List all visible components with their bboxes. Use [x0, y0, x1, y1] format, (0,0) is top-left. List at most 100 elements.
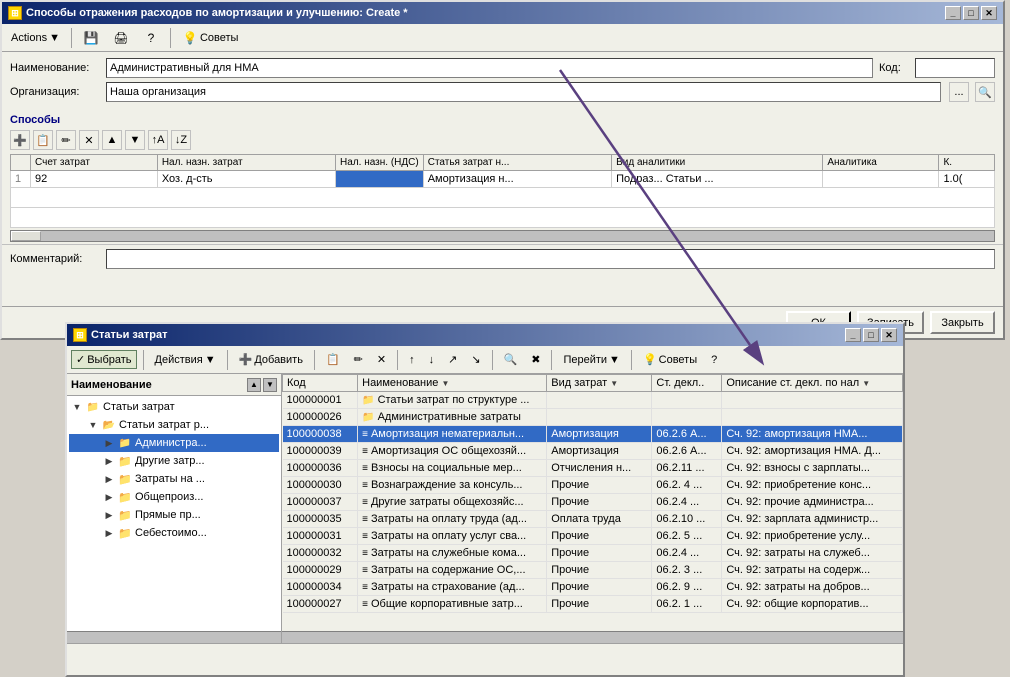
- list-row[interactable]: 100000029 ≡Затраты на содержание ОС,... …: [283, 562, 903, 579]
- sub-help-btn[interactable]: ?: [706, 351, 722, 369]
- sub-minimize-btn[interactable]: _: [845, 328, 861, 342]
- cell-tax-vat: [336, 171, 424, 188]
- list-row[interactable]: 100000027 ≡Общие корпоративные затр... П…: [283, 596, 903, 613]
- tree-item-label-l2: Статьи затрат р...: [119, 419, 209, 431]
- list-cell-name: ≡Общие корпоративные затр...: [358, 596, 547, 613]
- save-toolbar-btn[interactable]: 💾: [78, 27, 104, 49]
- list-scroll-area[interactable]: Код Наименование ▼ Вид затрат ▼ Ст. декл…: [282, 374, 903, 631]
- tree-expand-general: ▶: [101, 489, 117, 505]
- sub-tool-btn-5[interactable]: ↓: [424, 351, 440, 369]
- tree-item-direct[interactable]: ▶ 📁 Прямые пр...: [69, 506, 279, 524]
- list-cell-type: [547, 392, 652, 409]
- tree-panel: Наименование ▲ ▼ ▼ 📁 Статьи затрат ▼ 📂 С…: [67, 374, 282, 643]
- sub-tool-btn-3[interactable]: ✕: [372, 350, 391, 369]
- sub-add-btn[interactable]: ➕ Добавить: [234, 350, 308, 369]
- col-k: К.: [939, 155, 995, 171]
- table-row[interactable]: 1 92 Хоз. д-сть Амортизация н... Подраз.…: [11, 171, 995, 188]
- list-row[interactable]: 100000032 ≡Затраты на служебные кома... …: [283, 545, 903, 562]
- copy-row-btn[interactable]: 📋: [33, 130, 53, 150]
- list-scrollbar-h[interactable]: [282, 631, 903, 643]
- tree-expand-cost-price: ▶: [101, 525, 117, 541]
- list-cell-desc: Сч. 92: затраты на служеб...: [722, 545, 903, 562]
- sub-actions-btn[interactable]: Действия ▼: [150, 351, 221, 369]
- sub-close-btn[interactable]: ✕: [881, 328, 897, 342]
- tree-item-general[interactable]: ▶ 📁 Общепроиз...: [69, 488, 279, 506]
- methods-table: Счет затрат Нал. назн. затрат Нал. назн.…: [10, 154, 995, 228]
- minimize-button[interactable]: _: [945, 6, 961, 20]
- sub-maximize-btn[interactable]: □: [863, 328, 879, 342]
- cell-analytics-type: Подраз... Статьи ...: [612, 171, 823, 188]
- advisor-btn[interactable]: 💡 Советы: [177, 27, 243, 49]
- delete-row-btn[interactable]: ✕: [79, 130, 99, 150]
- sub-tool-btn-8[interactable]: 🔍: [499, 350, 523, 369]
- tree-item-l2[interactable]: ▼ 📂 Статьи затрат р...: [69, 416, 279, 434]
- sub-tool-btn-6[interactable]: ↗: [443, 350, 462, 369]
- sub-tool-btn-2[interactable]: ✏: [349, 350, 368, 369]
- sub-actions-label: Действия: [155, 354, 203, 366]
- add-row-btn[interactable]: ➕: [10, 130, 30, 150]
- tree-scroll-down[interactable]: ▼: [263, 378, 277, 392]
- comment-input[interactable]: [106, 249, 995, 269]
- close-button[interactable]: ✕: [981, 6, 997, 20]
- tree-item-cost-price[interactable]: ▶ 📁 Себестоимо...: [69, 524, 279, 542]
- edit-row-btn[interactable]: ✏: [56, 130, 76, 150]
- sub-advisor-btn[interactable]: 💡 Советы: [638, 350, 702, 369]
- row-type-icon: 📁: [362, 395, 374, 406]
- sub-toolbar: ✓ Выбрать Действия ▼ ➕ Добавить 📋 ✏ ✕ ↑ …: [67, 346, 903, 374]
- list-row[interactable]: 100000035 ≡Затраты на оплату труда (ад..…: [283, 511, 903, 528]
- print-btn[interactable]: 🖨: [108, 27, 134, 49]
- list-row[interactable]: 100000031 ≡Затраты на оплату услуг сва..…: [283, 528, 903, 545]
- list-row[interactable]: 100000030 ≡Вознаграждение за консуль... …: [283, 477, 903, 494]
- list-cell-code: 100000039: [283, 443, 358, 460]
- sub-tool-btn-1[interactable]: 📋: [321, 350, 345, 369]
- org-input[interactable]: [106, 82, 941, 102]
- tree-scrollbar-h[interactable]: [67, 631, 281, 643]
- list-cell-name: ≡Амортизация нематериальн...: [358, 426, 547, 443]
- tree-item-other[interactable]: ▶ 📁 Другие затр...: [69, 452, 279, 470]
- sub-goto-btn[interactable]: Перейти ▼: [558, 351, 624, 369]
- move-up-btn[interactable]: ▲: [102, 130, 122, 150]
- sub-tool-btn-9[interactable]: ✖: [526, 350, 545, 369]
- sort-asc-btn[interactable]: ↑A: [148, 130, 168, 150]
- main-title-bar: ⊞ Способы отражения расходов по амортиза…: [2, 2, 1003, 24]
- maximize-button[interactable]: □: [963, 6, 979, 20]
- actions-button[interactable]: Actions ▼: [6, 29, 65, 47]
- list-row[interactable]: 100000038 ≡Амортизация нематериальн... А…: [283, 426, 903, 443]
- main-toolbar: Actions ▼ 💾 🖨 ? 💡 Советы: [2, 24, 1003, 52]
- list-row[interactable]: 100000026 📁Административные затраты: [283, 409, 903, 426]
- sub-statusbar: [67, 643, 903, 659]
- move-down-btn[interactable]: ▼: [125, 130, 145, 150]
- main-window-icon: ⊞: [8, 6, 22, 20]
- tree-header: Наименование ▲ ▼: [67, 374, 281, 396]
- list-row[interactable]: 100000001 📁Статьи затрат по структуре ..…: [283, 392, 903, 409]
- sub-sep-7: [631, 350, 632, 370]
- list-row[interactable]: 100000034 ≡Затраты на страхование (ад...…: [283, 579, 903, 596]
- table-scrollbar-h[interactable]: [10, 230, 995, 242]
- tree-scroll-up[interactable]: ▲: [247, 378, 261, 392]
- sort-desc-btn[interactable]: ↓Z: [171, 130, 191, 150]
- tree-expand-costs: ▶: [101, 471, 117, 487]
- help-btn[interactable]: ?: [138, 27, 164, 49]
- close-button-main[interactable]: Закрыть: [930, 311, 995, 334]
- tree-expand-other: ▶: [101, 453, 117, 469]
- name-input[interactable]: [106, 58, 873, 78]
- tree-item-costs[interactable]: ▶ 📁 Затраты на ...: [69, 470, 279, 488]
- tree-item-root[interactable]: ▼ 📁 Статьи затрат: [69, 398, 279, 416]
- org-search-btn[interactable]: 🔍: [975, 82, 995, 102]
- list-cell-type: [547, 409, 652, 426]
- code-input[interactable]: [915, 58, 995, 78]
- sub-tool-btn-4[interactable]: ↑: [404, 351, 420, 369]
- list-cell-decl: 06.2. 1 ...: [652, 596, 722, 613]
- list-cell-decl: 06.2.11 ...: [652, 460, 722, 477]
- list-cell-decl: 06.2. 9 ...: [652, 579, 722, 596]
- list-cell-type: Прочие: [547, 494, 652, 511]
- sub-icon-8: 🔍: [504, 353, 518, 366]
- org-select-btn[interactable]: ...: [949, 82, 969, 102]
- list-row[interactable]: 100000036 ≡Взносы на социальные мер... О…: [283, 460, 903, 477]
- row-type-icon: ≡: [362, 429, 368, 440]
- sub-tool-btn-7[interactable]: ↘: [466, 350, 485, 369]
- list-row[interactable]: 100000037 ≡Другие затраты общехозяйс... …: [283, 494, 903, 511]
- select-button[interactable]: ✓ Выбрать: [71, 350, 137, 369]
- list-row[interactable]: 100000039 ≡Амортизация ОС общехозяй... А…: [283, 443, 903, 460]
- tree-item-admin[interactable]: ▶ 📁 Администра...: [69, 434, 279, 452]
